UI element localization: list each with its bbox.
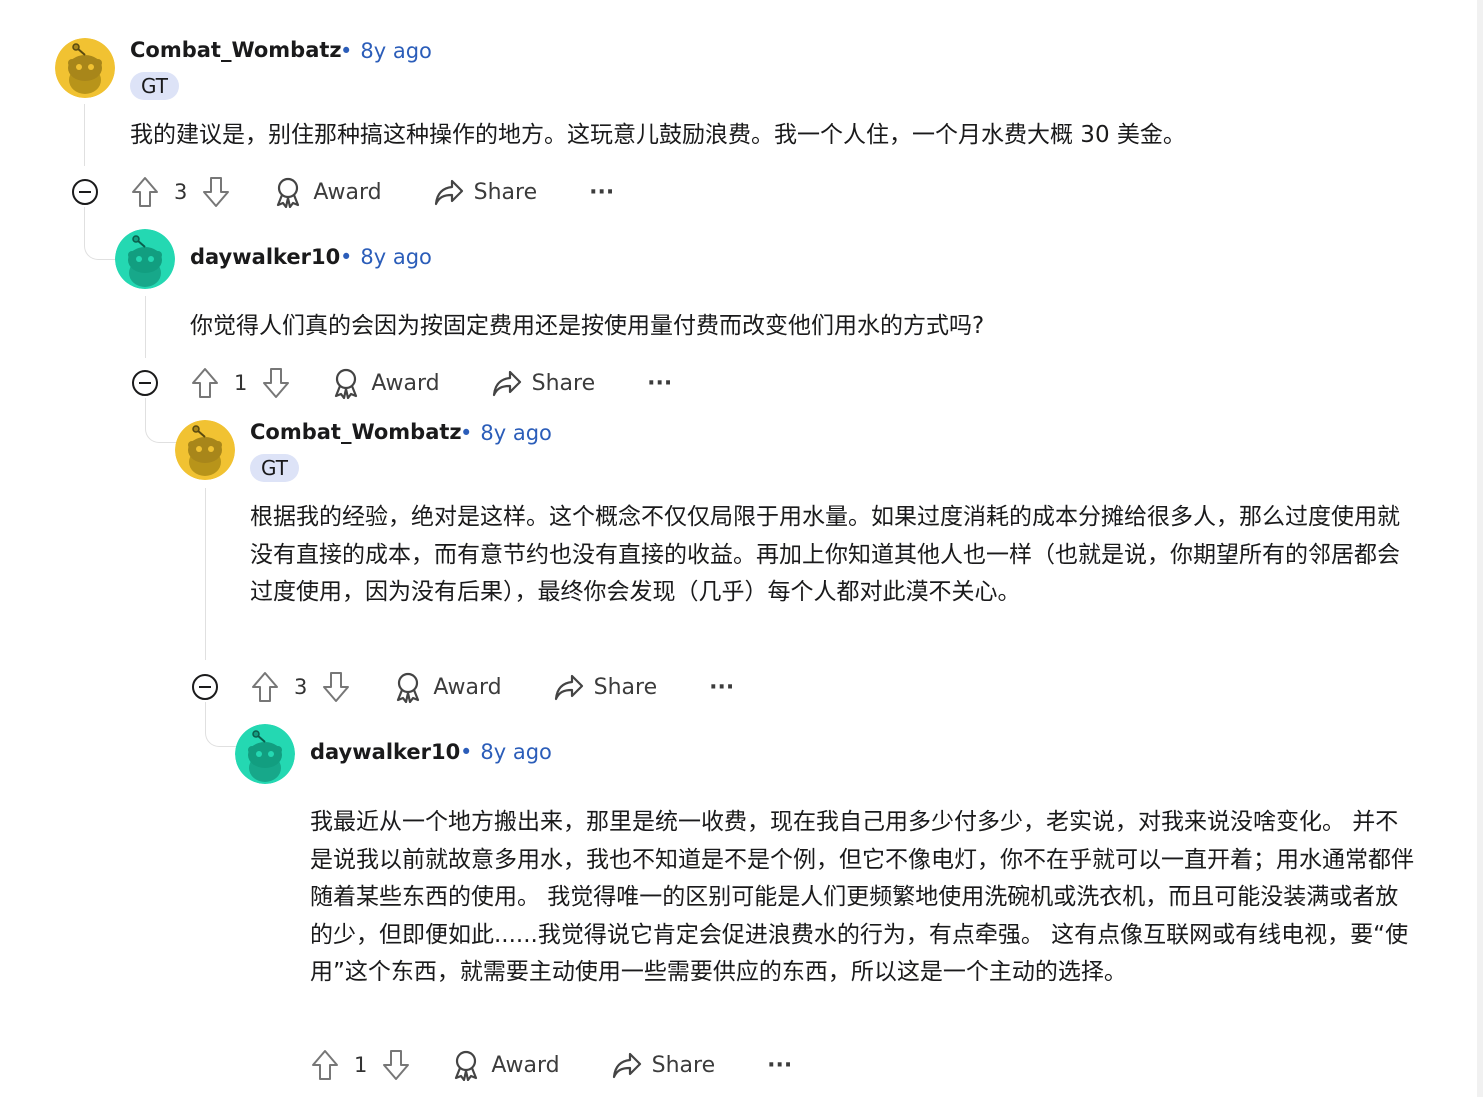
share-icon <box>434 179 463 206</box>
award-button[interactable]: Award <box>451 1049 560 1081</box>
award-button[interactable]: Award <box>393 671 502 703</box>
user-flair: GT <box>250 454 300 482</box>
timestamp: • 8y ago <box>340 245 432 269</box>
username[interactable]: daywalker10 <box>190 245 340 269</box>
vote-count: 3 <box>294 675 308 699</box>
comment-body: 根据我的经验，绝对是这样。这个概念不仅仅局限于用水量。如果过度消耗的成本分摊给很… <box>250 504 1400 605</box>
award-button[interactable]: Award <box>273 176 382 208</box>
share-label: Share <box>473 179 538 205</box>
downvote-icon[interactable] <box>201 175 231 209</box>
award-label: Award <box>313 179 382 205</box>
share-label: Share <box>531 370 596 396</box>
avatar[interactable] <box>235 724 295 784</box>
share-label: Share <box>593 674 658 700</box>
award-icon <box>455 1050 478 1081</box>
upvote-icon[interactable] <box>310 1048 340 1082</box>
separator-dot: • <box>460 421 473 445</box>
username[interactable]: Combat_Wombatz <box>130 38 342 62</box>
timestamp: • 8y ago <box>340 39 432 63</box>
comment-body: 我最近从一个地方搬出来，那里是统一收费，现在我自己用多少付多少，老实说，对我来说… <box>310 809 1414 985</box>
collapse-icon[interactable] <box>130 368 160 398</box>
more-options-icon[interactable]: ··· <box>589 180 614 205</box>
collapse-icon[interactable] <box>70 177 100 207</box>
username[interactable]: daywalker10 <box>310 740 460 764</box>
more-options-icon[interactable]: ··· <box>709 675 734 700</box>
award-button[interactable]: Award <box>331 367 440 399</box>
comment-actions: 3 Award Share ··· <box>250 667 734 707</box>
comment-actions: 1 Award Share ··· <box>190 363 672 403</box>
time-text[interactable]: 8y ago <box>360 39 432 63</box>
avatar[interactable] <box>175 420 235 480</box>
user-flair: GT <box>130 72 180 100</box>
downvote-icon[interactable] <box>261 366 291 400</box>
time-text[interactable]: 8y ago <box>360 245 432 269</box>
award-label: Award <box>371 370 440 396</box>
comment-actions: 3 Award Share ··· <box>130 172 614 212</box>
share-icon <box>492 370 521 397</box>
avatar[interactable] <box>115 229 175 289</box>
thread-connector <box>84 207 117 260</box>
thread-line[interactable] <box>84 104 85 166</box>
time-text[interactable]: 8y ago <box>480 740 552 764</box>
downvote-icon[interactable] <box>381 1048 411 1082</box>
upvote-icon[interactable] <box>190 366 220 400</box>
downvote-icon[interactable] <box>321 670 351 704</box>
share-label: Share <box>651 1052 716 1078</box>
timestamp: • 8y ago <box>460 421 552 445</box>
upvote-icon[interactable] <box>250 670 280 704</box>
vote-count: 3 <box>174 180 188 204</box>
comment-body: 我的建议是，别住那种搞这种操作的地方。这玩意儿鼓励浪费。我一个人住，一个月水费大… <box>130 122 1186 148</box>
comment-actions: 1 Award Share ··· <box>310 1045 792 1085</box>
upvote-icon[interactable] <box>130 175 160 209</box>
vote-count: 1 <box>234 371 248 395</box>
separator-dot: • <box>340 39 353 63</box>
thread-connector <box>145 398 176 443</box>
separator-dot: • <box>340 245 353 269</box>
share-button[interactable]: Share <box>492 369 596 397</box>
timestamp: • 8y ago <box>460 740 552 764</box>
more-options-icon[interactable]: ··· <box>647 371 672 396</box>
username[interactable]: Combat_Wombatz <box>250 420 462 444</box>
thread-line[interactable] <box>145 296 146 358</box>
share-button[interactable]: Share <box>434 178 538 206</box>
award-label: Award <box>491 1052 560 1078</box>
collapse-icon[interactable] <box>190 672 220 702</box>
share-icon <box>554 674 583 701</box>
vote-count: 1 <box>354 1053 368 1077</box>
avatar[interactable] <box>55 38 115 98</box>
comment-body: 你觉得人们真的会因为按固定费用还是按使用量付费而改变他们用水的方式吗? <box>190 313 985 339</box>
share-icon <box>612 1052 641 1079</box>
award-icon <box>335 368 358 399</box>
award-icon <box>277 177 300 208</box>
scrollbar-track[interactable] <box>1477 0 1483 1097</box>
thread-connector <box>205 702 236 747</box>
separator-dot: • <box>460 740 473 764</box>
award-label: Award <box>433 674 502 700</box>
share-button[interactable]: Share <box>554 673 658 701</box>
thread-line[interactable] <box>205 488 206 660</box>
share-button[interactable]: Share <box>612 1051 716 1079</box>
time-text[interactable]: 8y ago <box>480 421 552 445</box>
more-options-icon[interactable]: ··· <box>767 1053 792 1078</box>
award-icon <box>397 672 420 703</box>
